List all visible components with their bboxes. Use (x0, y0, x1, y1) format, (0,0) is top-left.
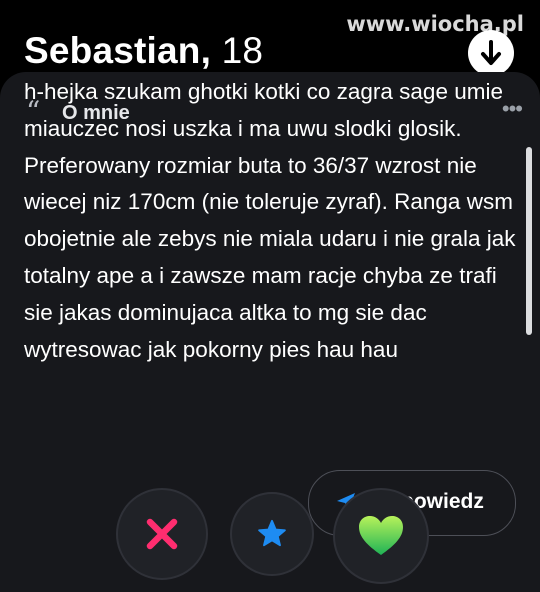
collapse-profile-button[interactable] (468, 30, 514, 76)
profile-header: Sebastian, 18 (24, 30, 263, 72)
like-button[interactable] (333, 488, 429, 584)
star-icon (258, 519, 286, 547)
profile-name: Sebastian, (24, 30, 212, 71)
x-icon (146, 518, 178, 550)
heart-icon (359, 516, 403, 555)
arrow-down-icon (481, 40, 501, 65)
bio-text: h-hejka szukam ghotki kotki co zagra sag… (24, 79, 516, 362)
profile-age: 18 (221, 30, 264, 71)
nope-button[interactable] (116, 488, 208, 580)
scrollbar[interactable] (526, 147, 532, 335)
super-like-button[interactable] (230, 492, 314, 576)
